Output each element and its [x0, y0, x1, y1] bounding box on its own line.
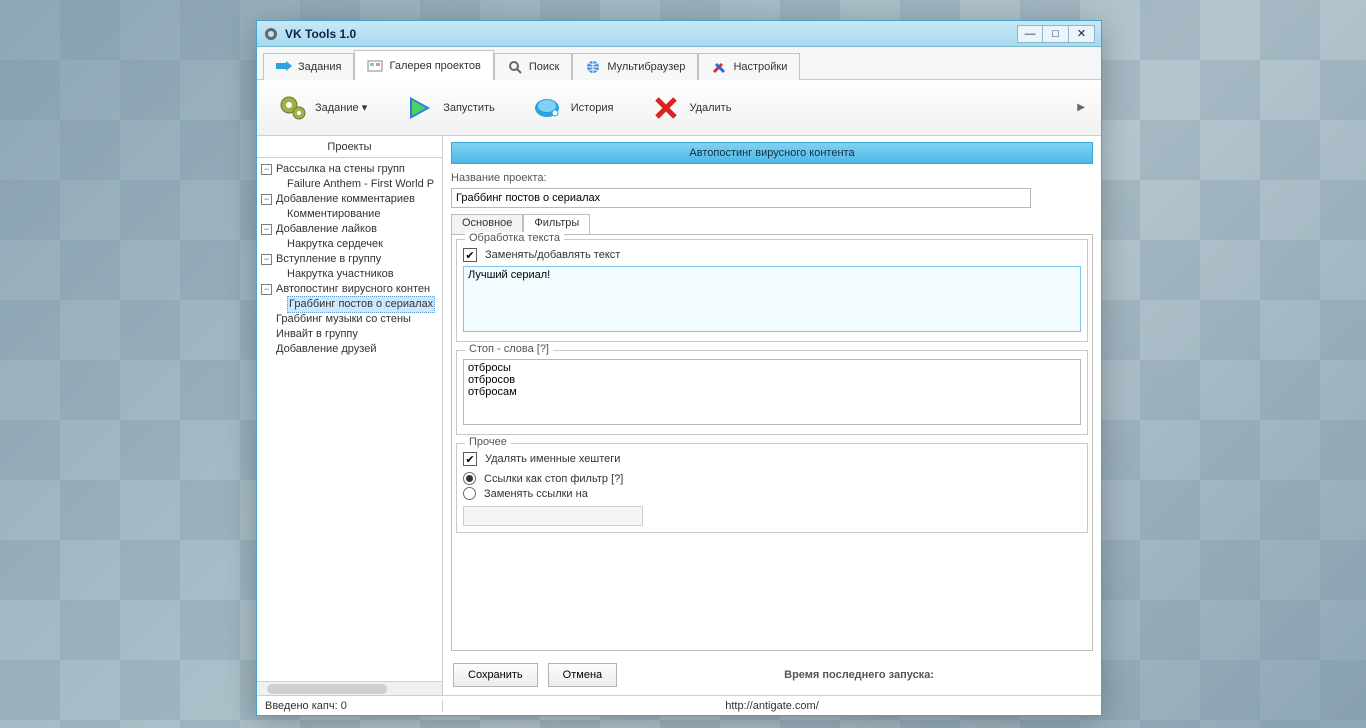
- project-name-label: Название проекта:: [451, 172, 1093, 184]
- replace-checkbox[interactable]: ✔: [463, 248, 477, 262]
- panel-header: Автопостинг вирусного контента: [451, 142, 1093, 164]
- tree-node[interactable]: −Добавление комментариев: [261, 192, 442, 207]
- status-url: http://antigate.com/: [443, 700, 1101, 712]
- tab-label: Задания: [298, 61, 341, 73]
- tab-multibrowser[interactable]: Мультибраузер: [572, 53, 698, 80]
- tab-settings[interactable]: Настройки: [698, 53, 800, 80]
- main-panel: Автопостинг вирусного контента Название …: [443, 136, 1101, 695]
- history-icon: [533, 93, 563, 123]
- app-tabbar: Задания Галерея проектов Поиск Мультибра…: [257, 47, 1101, 80]
- gears-icon: [277, 93, 307, 123]
- gallery-icon: [367, 58, 383, 74]
- tree-node[interactable]: Failure Anthem - First World P: [261, 177, 442, 192]
- history-button[interactable]: История: [523, 86, 624, 130]
- tree-node-selected[interactable]: Граббинг постов о сериалах: [261, 297, 442, 312]
- task-label: Задание ▾: [315, 101, 367, 114]
- sidebar-hscroll[interactable]: [257, 681, 442, 695]
- subtab-content: Обработка текста ✔ Заменять/добавлять те…: [451, 234, 1093, 651]
- group-caption: Прочее: [465, 436, 511, 448]
- last-run-label: Время последнего запуска:: [627, 669, 1091, 681]
- sidebar: Проекты −Рассылка на стены групп Failure…: [257, 136, 443, 695]
- links-stop-radio[interactable]: [463, 472, 476, 485]
- tools-icon: [711, 59, 727, 75]
- tree-node[interactable]: Добавление друзей: [261, 342, 442, 357]
- tree-node[interactable]: −Добавление лайков: [261, 222, 442, 237]
- delete-hashtags-label: Удалять именные хештеги: [485, 453, 620, 465]
- links-stop-label: Ссылки как стоп фильтр [?]: [484, 473, 623, 485]
- delete-icon: [651, 93, 681, 123]
- links-replace-input: [463, 506, 643, 526]
- status-captcha: Введено капч: 0: [257, 700, 443, 712]
- project-tree[interactable]: −Рассылка на стены групп Failure Anthem …: [257, 158, 442, 681]
- app-window: VK Tools 1.0 — □ ✕ Задания Галерея проек…: [256, 20, 1102, 716]
- tab-label: Поиск: [529, 61, 559, 73]
- toolbar-overflow[interactable]: ▶: [1077, 102, 1091, 113]
- delete-label: Удалить: [689, 102, 731, 114]
- tab-search[interactable]: Поиск: [494, 53, 572, 80]
- links-replace-label: Заменять ссылки на: [484, 488, 588, 500]
- tree-node[interactable]: −Автопостинг вирусного контен: [261, 282, 442, 297]
- toolbar: Задание ▾ Запустить История Удалить ▶: [257, 80, 1101, 136]
- delete-hashtags-checkbox[interactable]: ✔: [463, 452, 477, 466]
- tab-tasks[interactable]: Задания: [263, 53, 354, 80]
- titlebar[interactable]: VK Tools 1.0 — □ ✕: [257, 21, 1101, 47]
- run-label: Запустить: [443, 102, 495, 114]
- group-caption: Стоп - слова [?]: [465, 343, 553, 355]
- maximize-button[interactable]: □: [1043, 25, 1069, 43]
- delete-button[interactable]: Удалить: [641, 86, 741, 130]
- tree-node[interactable]: Накрутка участников: [261, 267, 442, 282]
- tree-node[interactable]: Инвайт в группу: [261, 327, 442, 342]
- replace-label: Заменять/добавлять текст: [485, 249, 620, 261]
- sidebar-header: Проекты: [257, 136, 442, 158]
- cancel-button[interactable]: Отмена: [548, 663, 617, 687]
- status-bar: Введено капч: 0 http://antigate.com/: [257, 695, 1101, 715]
- save-button[interactable]: Сохранить: [453, 663, 538, 687]
- group-other: Прочее ✔ Удалять именные хештеги Ссылки …: [456, 443, 1088, 533]
- tree-node[interactable]: −Вступление в группу: [261, 252, 442, 267]
- search-icon: [507, 59, 523, 75]
- tab-label: Галерея проектов: [389, 60, 480, 72]
- project-name-input[interactable]: [451, 188, 1031, 208]
- tab-label: Мультибраузер: [607, 61, 685, 73]
- tree-node[interactable]: −Рассылка на стены групп: [261, 162, 442, 177]
- group-text-processing: Обработка текста ✔ Заменять/добавлять те…: [456, 239, 1088, 342]
- play-icon: [405, 93, 435, 123]
- window-title: VK Tools 1.0: [285, 27, 356, 41]
- tree-node[interactable]: Накрутка сердечек: [261, 237, 442, 252]
- run-button[interactable]: Запустить: [395, 86, 505, 130]
- replace-textarea[interactable]: Лучший сериал!: [463, 266, 1081, 332]
- stopwords-textarea[interactable]: отбросы отбросов отбросам: [463, 359, 1081, 425]
- tree-node[interactable]: Граббинг музыки со стены: [261, 312, 442, 327]
- history-label: История: [571, 102, 614, 114]
- arrow-icon: [276, 59, 292, 75]
- globe-icon: [585, 59, 601, 75]
- close-button[interactable]: ✕: [1069, 25, 1095, 43]
- minimize-button[interactable]: —: [1017, 25, 1043, 43]
- group-stopwords: Стоп - слова [?] отбросы отбросов отброс…: [456, 350, 1088, 435]
- app-icon: [263, 26, 279, 42]
- links-replace-radio[interactable]: [463, 487, 476, 500]
- tab-gallery[interactable]: Галерея проектов: [354, 50, 493, 80]
- tab-label: Настройки: [733, 61, 787, 73]
- task-button[interactable]: Задание ▾: [267, 86, 377, 130]
- group-caption: Обработка текста: [465, 232, 564, 244]
- tree-node[interactable]: Комментирование: [261, 207, 442, 222]
